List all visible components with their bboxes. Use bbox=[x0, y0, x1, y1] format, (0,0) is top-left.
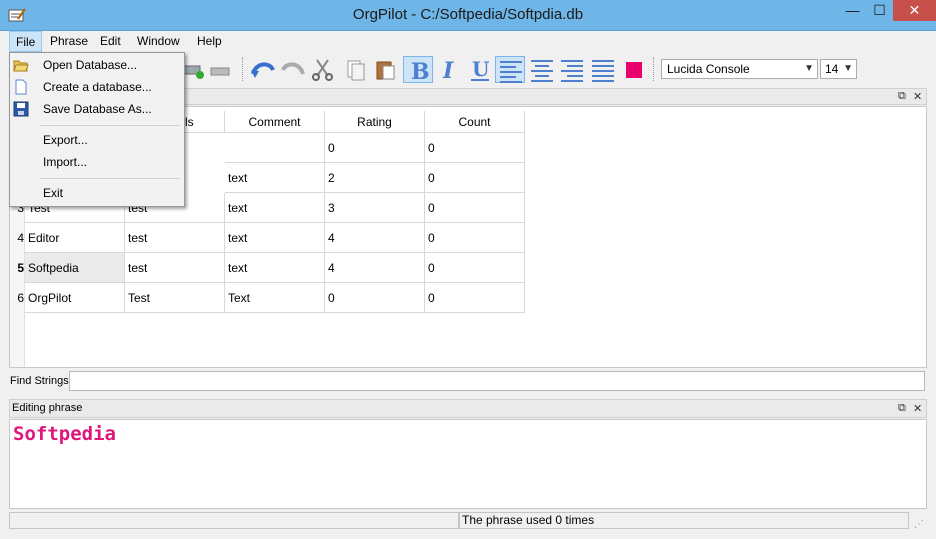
table-cell-selected[interactable]: Softpedia bbox=[25, 253, 125, 283]
font-family-select[interactable]: Lucida Console ▼ bbox=[661, 59, 818, 79]
minimize-button[interactable]: — bbox=[839, 0, 866, 21]
toolbar-separator bbox=[653, 57, 654, 81]
chevron-down-icon: ▼ bbox=[843, 63, 853, 74]
table-cell[interactable]: 0 bbox=[325, 283, 425, 313]
table-cell[interactable]: OrgPilot bbox=[25, 283, 125, 313]
table-cell[interactable]: 0 bbox=[425, 163, 525, 193]
table-cell[interactable]: test bbox=[125, 223, 225, 253]
underline-icon[interactable]: U bbox=[465, 56, 495, 83]
svg-text:B: B bbox=[411, 59, 430, 84]
bold-icon[interactable]: B bbox=[403, 56, 433, 85]
editing-dock-header: Editing phrase ⧉ ✕ bbox=[9, 399, 927, 418]
find-strings-input[interactable] bbox=[69, 371, 925, 391]
table-cell[interactable]: text bbox=[225, 253, 325, 283]
table-cell[interactable]: 4 bbox=[325, 223, 425, 253]
menu-separator bbox=[40, 125, 180, 126]
column-header-count[interactable]: Count bbox=[425, 111, 525, 133]
table-cell[interactable]: 0 bbox=[325, 133, 425, 163]
float-icon[interactable]: ⧉ bbox=[898, 90, 906, 103]
remove-row-icon[interactable] bbox=[205, 56, 235, 83]
font-size-value: 14 bbox=[825, 62, 839, 76]
row-header[interactable]: 5 bbox=[10, 253, 25, 283]
menu-edit[interactable]: Edit bbox=[94, 31, 127, 52]
table-cell[interactable]: text bbox=[225, 223, 325, 253]
table-cell[interactable]: 2 bbox=[325, 163, 425, 193]
menu-import[interactable]: Import... bbox=[10, 152, 184, 173]
status-message: The phrase used 0 times bbox=[459, 512, 909, 529]
menu-separator bbox=[40, 178, 180, 179]
close-button[interactable]: ✕ bbox=[893, 0, 936, 21]
menu-export[interactable]: Export... bbox=[10, 130, 184, 151]
toolbar-separator bbox=[242, 57, 243, 81]
maximize-button[interactable]: ☐ bbox=[866, 0, 893, 21]
undo-icon[interactable] bbox=[248, 56, 278, 83]
row-header[interactable]: 6 bbox=[10, 283, 25, 313]
table-cell[interactable] bbox=[225, 133, 325, 163]
table-cell[interactable]: 0 bbox=[425, 253, 525, 283]
italic-icon[interactable]: I bbox=[433, 56, 463, 84]
table-cell[interactable]: text bbox=[225, 193, 325, 223]
table-cell[interactable]: 4 bbox=[325, 253, 425, 283]
float-icon[interactable]: ⧉ bbox=[898, 402, 906, 415]
copy-icon[interactable] bbox=[340, 56, 370, 83]
chevron-down-icon: ▼ bbox=[804, 63, 814, 74]
font-family-value: Lucida Console bbox=[667, 62, 750, 76]
table-cell[interactable]: 0 bbox=[425, 193, 525, 223]
phrase-editor-text[interactable]: Softpedia bbox=[13, 423, 116, 445]
menu-window[interactable]: Window bbox=[131, 31, 186, 52]
editing-dock-title: Editing phrase bbox=[12, 402, 83, 414]
status-panel-left bbox=[9, 512, 459, 529]
row-header-gutter bbox=[10, 313, 25, 367]
table-cell[interactable]: text bbox=[225, 163, 325, 193]
justify-icon[interactable] bbox=[588, 56, 618, 83]
menu-exit[interactable]: Exit bbox=[10, 183, 184, 204]
close-icon[interactable]: ✕ bbox=[913, 90, 922, 103]
menu-open-database[interactable]: Open Database... bbox=[10, 55, 184, 76]
table-cell[interactable]: test bbox=[125, 253, 225, 283]
row-header[interactable]: 4 bbox=[10, 223, 25, 253]
title-bar: OrgPilot - C:/Softpedia/Softpdia.db — ☐ … bbox=[0, 0, 936, 31]
table-cell[interactable]: 3 bbox=[325, 193, 425, 223]
table-cell[interactable]: Test bbox=[125, 283, 225, 313]
menu-save-database-as[interactable]: Save Database As... bbox=[10, 99, 184, 120]
resize-grip-icon[interactable]: ⋰ bbox=[914, 519, 924, 530]
table-cell[interactable]: Editor bbox=[25, 223, 125, 253]
phrase-editor[interactable]: Softpedia bbox=[9, 419, 927, 509]
status-bar: The phrase used 0 times ⋰ bbox=[0, 511, 936, 539]
table-cell[interactable]: 0 bbox=[425, 223, 525, 253]
find-strings-label: Find Strings bbox=[10, 375, 69, 387]
menu-bar: File Phrase Edit Window Help bbox=[0, 31, 936, 52]
menu-help[interactable]: Help bbox=[191, 31, 228, 52]
column-header-comment[interactable]: Comment bbox=[225, 111, 325, 133]
menu-phrase[interactable]: Phrase bbox=[44, 31, 94, 52]
align-center-icon[interactable] bbox=[527, 56, 557, 83]
redo-icon[interactable] bbox=[278, 56, 308, 83]
align-right-icon[interactable] bbox=[557, 56, 587, 83]
font-size-select[interactable]: 14 ▼ bbox=[820, 59, 857, 79]
text-color-icon[interactable] bbox=[619, 56, 649, 83]
paste-icon[interactable] bbox=[370, 56, 400, 83]
menu-file[interactable]: File bbox=[9, 31, 43, 52]
window-title: OrgPilot - C:/Softpedia/Softpdia.db bbox=[352, 6, 584, 23]
cut-icon[interactable] bbox=[308, 56, 338, 83]
close-icon[interactable]: ✕ bbox=[913, 402, 922, 415]
file-menu-dropdown: Open Database... Create a database... Sa… bbox=[9, 52, 185, 207]
table-cell[interactable]: 0 bbox=[425, 283, 525, 313]
align-left-icon[interactable] bbox=[495, 56, 525, 83]
table-cell[interactable]: 0 bbox=[425, 133, 525, 163]
column-header-rating[interactable]: Rating bbox=[325, 111, 425, 133]
svg-text:I: I bbox=[442, 58, 454, 83]
menu-create-database[interactable]: Create a database... bbox=[10, 77, 184, 98]
table-cell[interactable]: Text bbox=[225, 283, 325, 313]
svg-text:U: U bbox=[472, 57, 489, 81]
